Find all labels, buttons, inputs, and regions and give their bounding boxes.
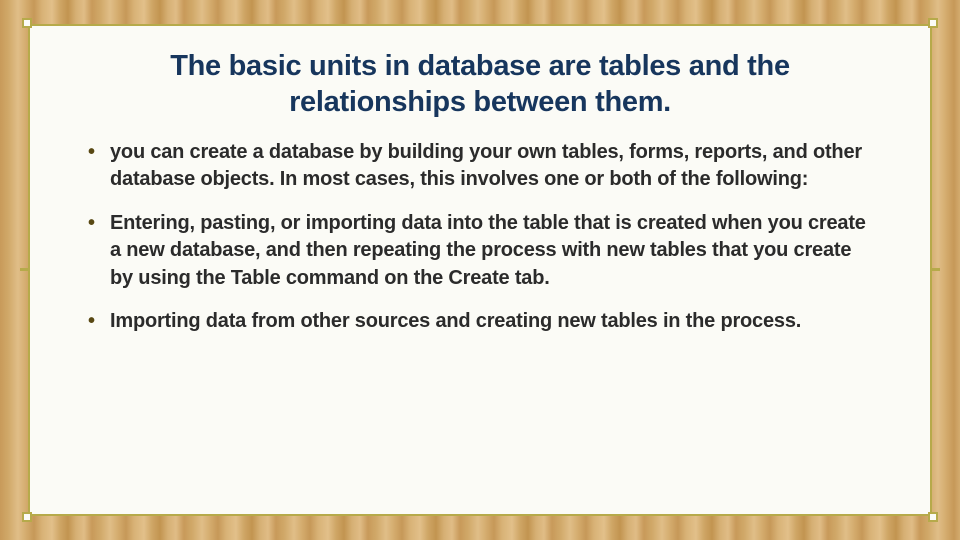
slide-title: The basic units in database are tables a… <box>98 48 862 121</box>
list-item: Entering, pasting, or importing data int… <box>88 210 872 293</box>
frame-corner-icon <box>22 512 32 522</box>
slide-panel: The basic units in database are tables a… <box>28 24 932 516</box>
bullet-list: you can create a database by building yo… <box>88 139 872 337</box>
frame-corner-icon <box>22 18 32 28</box>
list-item: Importing data from other sources and cr… <box>88 308 872 336</box>
frame-corner-icon <box>928 512 938 522</box>
frame-stub-icon <box>20 268 28 271</box>
frame-stub-icon <box>932 268 940 271</box>
slide-content: The basic units in database are tables a… <box>30 26 930 372</box>
frame-corner-icon <box>928 18 938 28</box>
list-item: you can create a database by building yo… <box>88 139 872 194</box>
